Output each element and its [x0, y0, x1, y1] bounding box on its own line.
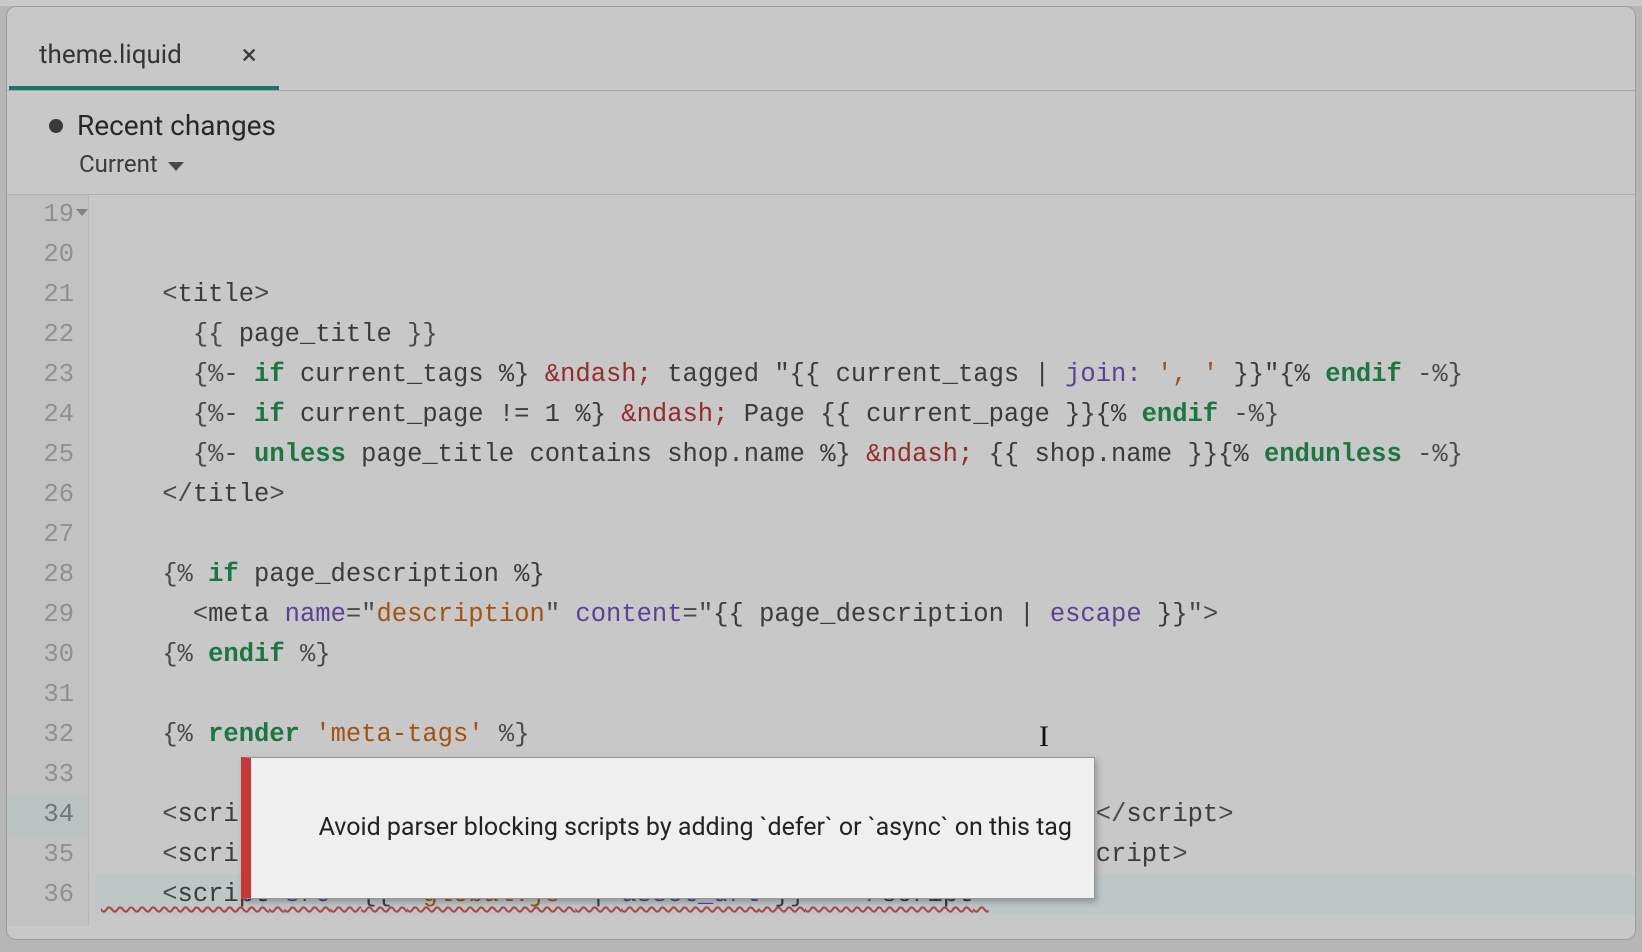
code-line[interactable]: <title> [95, 275, 1635, 315]
code-line[interactable]: {% render 'meta-tags' %} [95, 715, 1635, 755]
code-line[interactable]: {% endif %} [95, 635, 1635, 675]
code-line[interactable]: {{ page_title }} [95, 315, 1635, 355]
unsaved-dot-icon [49, 119, 63, 133]
line-number-gutter: 192021222324252627282930313233343536 [7, 195, 89, 926]
code-area[interactable]: <title> {{ page_title }} {%- if current_… [89, 195, 1635, 926]
editor-frame: theme.liquid × Recent changes Current 19… [6, 6, 1636, 940]
line-number: 22 [7, 315, 88, 355]
section-header: Recent changes Current [7, 91, 1635, 194]
close-icon[interactable]: × [242, 41, 257, 69]
code-editor[interactable]: 192021222324252627282930313233343536 <ti… [7, 194, 1635, 926]
chevron-down-icon [168, 162, 184, 171]
line-number: 33 [7, 755, 88, 795]
code-line[interactable] [95, 515, 1635, 555]
tab-theme-liquid[interactable]: theme.liquid × [9, 22, 279, 90]
line-number: 32 [7, 715, 88, 755]
tab-bar: theme.liquid × [7, 7, 1635, 91]
line-number: 24 [7, 395, 88, 435]
line-number: 36 [7, 875, 88, 915]
line-number: 23 [7, 355, 88, 395]
code-line[interactable]: <meta name="description" content="{{ pag… [95, 595, 1635, 635]
line-number: 19 [7, 195, 88, 235]
code-line[interactable]: {% if page_description %} [95, 555, 1635, 595]
line-number: 30 [7, 635, 88, 675]
code-line[interactable]: {%- if current_page != 1 %} &ndash; Page… [95, 395, 1635, 435]
fold-chevron-icon[interactable] [76, 209, 88, 216]
line-number: 26 [7, 475, 88, 515]
line-number: 28 [7, 555, 88, 595]
line-number: 34 [7, 795, 88, 835]
line-number: 29 [7, 595, 88, 635]
line-number: 21 [7, 275, 88, 315]
line-number: 35 [7, 835, 88, 875]
code-line[interactable]: </title> [95, 475, 1635, 515]
revision-dropdown[interactable]: Current [49, 142, 1625, 188]
code-line[interactable]: {%- unless page_title contains shop.name… [95, 435, 1635, 475]
line-number: 20 [7, 235, 88, 275]
revision-label: Current [79, 150, 158, 178]
recent-changes-title: Recent changes [77, 109, 276, 142]
lint-tooltip-text: Avoid parser blocking scripts by adding … [319, 813, 1072, 842]
line-number: 25 [7, 435, 88, 475]
line-number: 27 [7, 515, 88, 555]
text-cursor-icon: I [1039, 717, 1049, 757]
code-line[interactable]: {%- if current_tags %} &ndash; tagged "{… [95, 355, 1635, 395]
code-line[interactable] [95, 915, 1635, 926]
tab-label: theme.liquid [39, 40, 182, 70]
code-line[interactable] [95, 675, 1635, 715]
line-number: 31 [7, 675, 88, 715]
lint-tooltip: Avoid parser blocking scripts by adding … [241, 757, 1095, 899]
